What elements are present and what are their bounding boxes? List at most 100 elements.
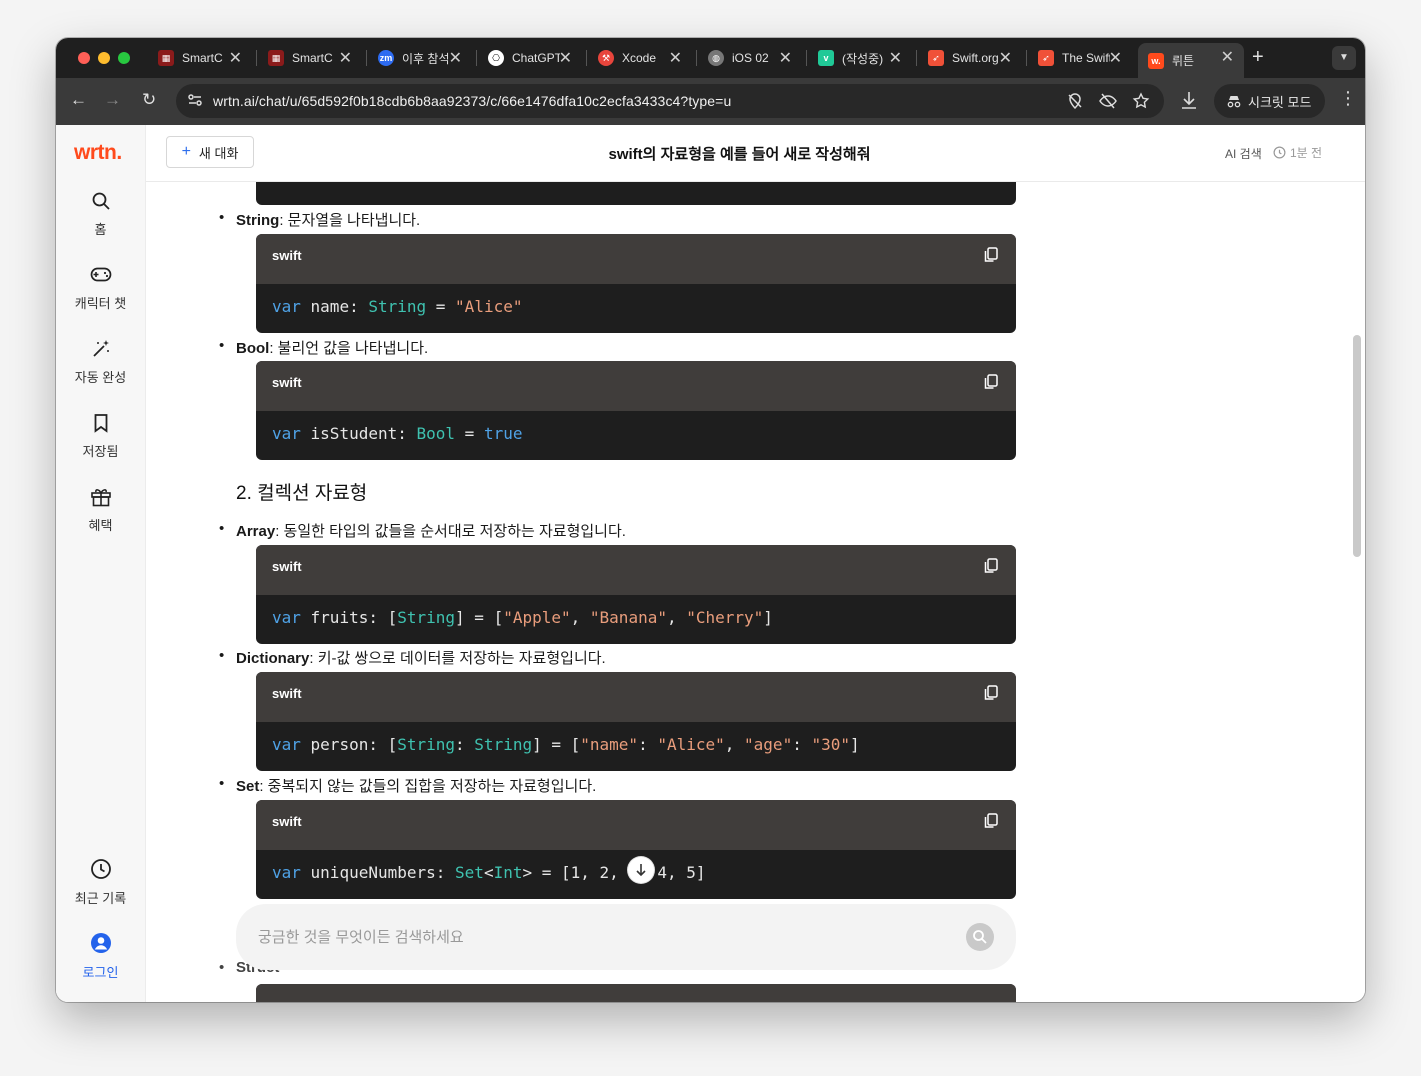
browser-tab[interactable]: ⚒ Xcode ✕ [588,44,692,72]
tab-title: (작성중) [842,51,884,66]
sidebar-item-saved[interactable]: 저장됨 [56,413,145,460]
close-tab-icon[interactable]: ✕ [889,48,902,68]
wrtn-icon: w. [1148,52,1164,69]
list-item: String: 문자열을 나타냅니다. [219,209,421,230]
tab-title: 이후 참석 [402,51,450,66]
browser-tab[interactable]: v (작성중) ✕ [808,44,912,72]
site-settings-icon[interactable] [186,91,204,109]
code-block: swift var fruits: [String] = ["Apple", "… [256,545,1016,644]
description: : 문자열을 나타냅니다. [279,212,421,229]
close-tab-icon[interactable]: ✕ [1109,48,1122,68]
url-text: wrtn.ai/chat/u/65d592f0b18cdb6b8aa92373/… [213,93,732,109]
back-arrow-icon[interactable]: ← [70,90,87,110]
tab-divider [696,50,697,66]
copy-icon[interactable] [984,813,998,829]
incognito-label: 시크릿 모드 [1248,94,1312,110]
close-tab-icon[interactable]: ✕ [779,48,792,68]
time-ago-text: 1분 전 [1290,146,1323,160]
minimize-window-button[interactable] [98,52,110,64]
tab-search-chevron-icon[interactable]: ▼ [1332,46,1356,70]
browser-toolbar: ← → ↻ wrtn.ai/chat/u/65d592f0b18cdb6b8aa… [56,78,1365,125]
sidebar-item-recent-history[interactable]: 최근 기록 [56,858,145,907]
list-item: Bool: 불리언 값을 나타냅니다. [219,337,428,358]
clock-icon [1273,146,1286,159]
smart-icon: ▦ [268,50,284,66]
code-header: swift [256,672,1016,722]
tab-divider [586,50,587,66]
description: : 키-값 쌍으로 데이터를 저장하는 자료형입니다. [309,650,606,667]
code-header: swift [256,545,1016,595]
timestamp: 1분 전 [1273,144,1322,161]
swift-icon: ➶ [928,50,944,66]
close-window-button[interactable] [78,52,90,64]
zoom-icon: zm [378,50,394,66]
tab-title: The Swift [1062,51,1110,65]
browser-tab[interactable]: ▦ SmartC ✕ [258,44,362,72]
eye-off-icon[interactable] [1098,92,1118,110]
code-header: swift [256,234,1016,284]
copy-icon[interactable] [984,374,998,390]
browser-tab[interactable]: ◍ iOS 02 ✕ [698,44,802,72]
close-tab-icon[interactable]: ✕ [229,48,242,68]
tab-divider [256,50,257,66]
search-submit-button[interactable] [966,923,994,951]
browser-tab[interactable]: ▦ SmartC ✕ [148,44,252,72]
new-tab-button[interactable]: + [1252,46,1264,69]
browser-tab-active[interactable]: w. 뤼튼 ✕ [1138,43,1244,78]
description: : 중복되지 않는 값들의 집합을 저장하는 자료형입니다. [259,778,597,795]
wrtn-logo[interactable]: wrtn. [74,141,122,165]
browser-tab[interactable]: ⎔ ChatGPT ✕ [478,44,582,72]
location-off-icon[interactable] [1066,92,1084,110]
tab-divider [366,50,367,66]
gift-icon [90,489,111,507]
ai-search-button[interactable]: AI 검색 [1225,145,1262,162]
more-menu-icon[interactable]: ⋮ [1339,88,1357,109]
sidebar-item-benefits[interactable]: 혜택 [56,487,145,534]
download-icon[interactable] [1180,90,1198,110]
sidebar-item-login[interactable]: 로그인 [56,932,145,981]
copy-icon[interactable] [984,247,998,263]
code-language: swift [272,686,302,701]
page-scrollbar[interactable] [1353,335,1361,557]
search-icon [92,192,110,210]
reload-icon[interactable]: ↻ [142,90,156,110]
browser-tab[interactable]: zm 이후 참석 ✕ [368,44,472,72]
copy-icon[interactable] [984,558,998,574]
browser-tab[interactable]: ➶ Swift.org ✕ [918,44,1022,72]
star-icon[interactable] [1132,92,1150,110]
sidebar-item-label: 최근 기록 [74,891,127,906]
code-block: swift var person: [String: String] = ["n… [256,672,1016,771]
tab-title: Xcode [622,51,657,65]
close-tab-icon[interactable]: ✕ [999,48,1012,68]
close-tab-icon[interactable]: ✕ [449,48,462,68]
forward-arrow-icon[interactable]: → [104,90,121,110]
scroll-to-bottom-button[interactable] [628,857,654,883]
search-input[interactable]: 궁금한 것을 무엇이든 검색하세요 [236,904,1016,970]
term: String [236,212,280,229]
term: Array [236,523,276,540]
browser-tab[interactable]: ➶ The Swift ✕ [1028,44,1132,72]
close-tab-icon[interactable]: ✕ [339,48,352,68]
sidebar-item-character-chat[interactable]: 캐릭터 챗 [56,265,145,312]
sidebar-item-label: 자동 완성 [74,370,127,385]
velog-icon: v [818,50,834,66]
address-bar[interactable]: wrtn.ai/chat/u/65d592f0b18cdb6b8aa92373/… [176,84,1164,118]
close-tab-icon[interactable]: ✕ [1221,47,1234,67]
swift-icon: ➶ [1038,50,1054,66]
close-tab-icon[interactable]: ✕ [559,48,572,68]
close-tab-icon[interactable]: ✕ [669,48,682,68]
tab-title: iOS 02 [732,51,769,65]
term: Dictionary [236,650,310,667]
chat-content: var height: Double = 1.75 String: 문자열을 나… [146,182,1365,1002]
smart-icon: ▦ [158,50,174,66]
tab-divider [476,50,477,66]
copy-icon[interactable] [984,685,998,701]
tab-title: ChatGPT [512,51,560,65]
sidebar-item-label: 혜택 [88,518,113,533]
sidebar-item-home[interactable]: 홈 [56,191,145,238]
sidebar-item-autocomplete[interactable]: 자동 완성 [56,339,145,386]
incognito-badge[interactable]: 시크릿 모드 [1214,84,1326,118]
maximize-window-button[interactable] [118,52,130,64]
arrow-down-icon [636,864,646,877]
web-page: wrtn. 홈 캐릭터 챗 자동 완성 저장됨 혜택 최근 기록 로그인 + 새… [56,125,1365,1002]
